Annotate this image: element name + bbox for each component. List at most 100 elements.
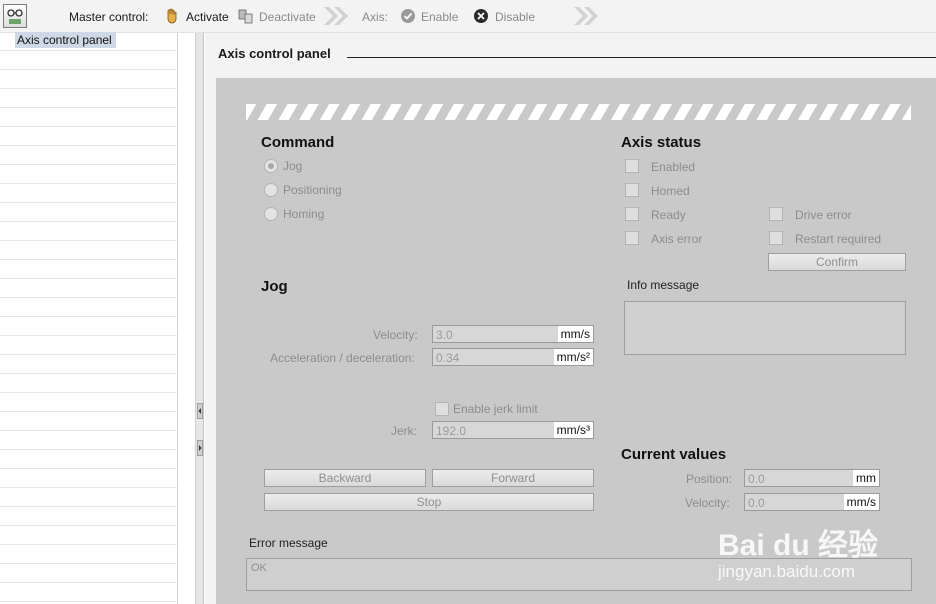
acceleration-value: 0.34 [436, 351, 460, 365]
tree-row-line [0, 316, 177, 317]
backward-button[interactable]: Backward [264, 469, 426, 487]
collapse-left-button[interactable] [197, 403, 203, 419]
tree-row-line [0, 487, 177, 488]
title-rule [347, 57, 936, 58]
tree-row-line [0, 297, 177, 298]
arrow-right-icon [199, 445, 202, 451]
tree-row-line [0, 107, 177, 108]
tree-row-line [0, 126, 177, 127]
tree-row-line [0, 430, 177, 431]
enabled-checkbox[interactable] [625, 159, 639, 173]
tree-row-line [0, 202, 177, 203]
axis-panel-view-button[interactable] [3, 4, 27, 28]
chevron-separator-icon [324, 7, 348, 25]
jerk-label: Jerk: [391, 424, 418, 438]
ready-label: Ready [651, 208, 686, 222]
current-velocity-value: 0.0 [748, 496, 765, 510]
master-control-label: Master control: [69, 10, 149, 24]
tree-row-line [0, 373, 177, 374]
positioning-radio[interactable] [264, 183, 278, 197]
chevron-separator-icon-2 [574, 7, 598, 25]
jog-velocity-label: Velocity: [373, 328, 418, 342]
baidu-watermark-url: jingyan.baidu.com [718, 562, 856, 581]
baidu-watermark-logo: Bai du 经验 [718, 529, 879, 562]
tree-row-line [0, 506, 177, 507]
tree-row-line [0, 411, 177, 412]
hand-activate-icon[interactable] [164, 8, 180, 24]
error-message-label: Error message [249, 536, 328, 550]
position-label: Position: [686, 472, 733, 486]
deactivate-button[interactable]: Deactivate [259, 10, 316, 24]
enable-jerk-limit-label: Enable jerk limit [453, 402, 538, 416]
tree-row-line [0, 50, 177, 51]
acceleration-label: Acceleration / deceleration: [270, 351, 415, 365]
restart-required-label: Restart required [795, 232, 882, 246]
position-field: 0.0 mm [744, 469, 880, 487]
jog-radio[interactable] [264, 159, 278, 173]
acceleration-unit: mm/s² [553, 349, 593, 365]
ready-checkbox[interactable] [625, 207, 639, 221]
drive-error-label: Drive error [795, 208, 852, 222]
check-circle-icon[interactable] [400, 8, 416, 24]
tree-row-line [0, 563, 177, 564]
tree-row-line [0, 259, 177, 260]
glasses-icon [7, 9, 23, 24]
positioning-radio-label: Positioning [283, 183, 342, 197]
arrow-left-icon [198, 408, 201, 414]
homed-label: Homed [651, 184, 690, 198]
enable-jerk-limit-checkbox[interactable] [435, 402, 449, 416]
tree-row-line [0, 544, 177, 545]
deactivate-icon[interactable] [238, 8, 254, 24]
tree-row-line [0, 354, 177, 355]
jog-velocity-value: 3.0 [436, 328, 453, 342]
disable-button[interactable]: Disable [495, 10, 535, 24]
tree-row-line [0, 240, 177, 241]
confirm-button[interactable]: Confirm [768, 253, 906, 271]
acceleration-field[interactable]: 0.34 mm/s² [432, 348, 594, 366]
page-title: Axis control panel [218, 46, 331, 61]
forward-button[interactable]: Forward [432, 469, 594, 487]
tree-row-line [0, 601, 177, 602]
homing-radio[interactable] [264, 207, 278, 221]
jog-radio-label: Jog [283, 159, 303, 173]
tree-row-line [0, 392, 177, 393]
tree-item-axis-control-panel[interactable]: Axis control panel [17, 33, 112, 47]
homing-radio-label: Homing [283, 207, 325, 221]
expand-right-button[interactable] [197, 440, 203, 456]
tree-row-line [0, 88, 177, 89]
position-unit: mm [853, 470, 879, 486]
jog-velocity-field[interactable]: 3.0 mm/s [432, 325, 594, 343]
tree-row-line [0, 145, 177, 146]
jerk-field[interactable]: 192.0 mm/s³ [432, 421, 594, 439]
activate-button[interactable]: Activate [186, 10, 229, 24]
enable-button[interactable]: Enable [421, 10, 458, 24]
info-message-label: Info message [627, 278, 700, 292]
jerk-unit: mm/s³ [553, 422, 593, 438]
command-heading: Command [261, 134, 335, 151]
axis-error-checkbox[interactable] [625, 231, 639, 245]
restart-required-checkbox[interactable] [769, 231, 783, 245]
enabled-label: Enabled [651, 160, 696, 174]
stop-button[interactable]: Stop [264, 493, 594, 511]
panel-splitter[interactable] [196, 33, 204, 604]
tree-row-line [0, 69, 177, 70]
tree-row-line [0, 164, 177, 165]
tree-row-line [0, 221, 177, 222]
jog-heading: Jog [261, 278, 288, 295]
axis-status-heading: Axis status [621, 134, 702, 151]
x-circle-icon[interactable] [473, 8, 489, 24]
current-velocity-unit: mm/s [843, 494, 879, 510]
tree-row-line [0, 278, 177, 279]
drive-error-checkbox[interactable] [769, 207, 783, 221]
error-message-text: OK [251, 562, 267, 574]
tree-row-line [0, 525, 177, 526]
status-stripe-bar [246, 104, 911, 120]
homed-checkbox[interactable] [625, 183, 639, 197]
axis-label: Axis: [362, 10, 389, 24]
tree-row-line [0, 335, 177, 336]
jerk-value: 192.0 [436, 424, 467, 438]
info-message-box [624, 301, 906, 355]
current-values-heading: Current values [621, 446, 727, 463]
tree-row-line [0, 582, 177, 583]
axis-error-label: Axis error [651, 232, 703, 246]
